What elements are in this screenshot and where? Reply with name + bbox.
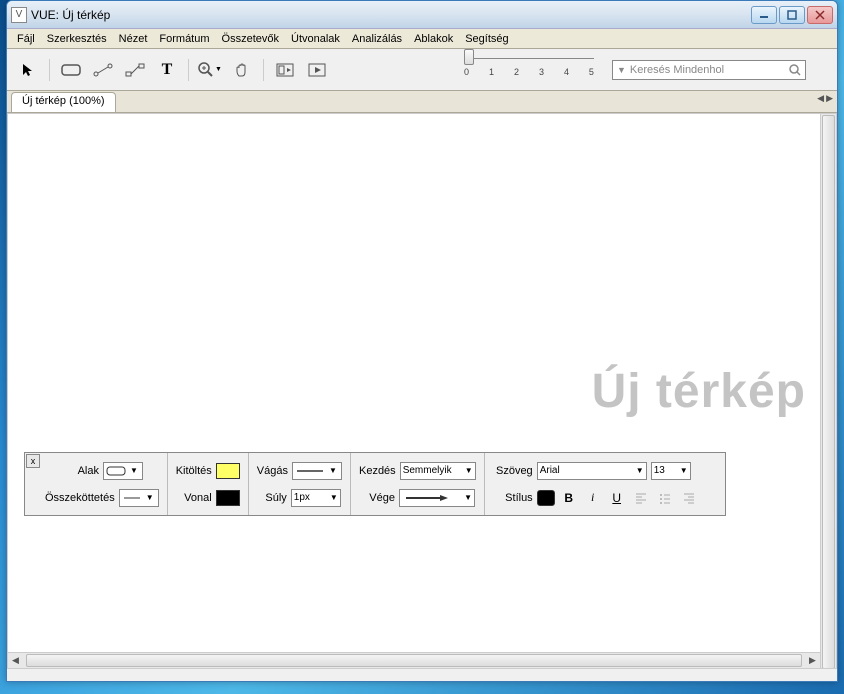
node-tool[interactable] xyxy=(56,57,86,83)
menu-file[interactable]: Fájl xyxy=(11,31,41,47)
fill-label: Kitöltés xyxy=(176,465,212,477)
horizontal-scrollbar[interactable]: ◀ ▶ xyxy=(8,652,820,668)
style-label: Stílus xyxy=(493,492,533,504)
textcolor-swatch[interactable] xyxy=(537,490,555,506)
menubar: Fájl Szerkesztés Nézet Formátum Összetev… xyxy=(7,29,837,49)
start-label: Kezdés xyxy=(359,465,396,477)
link-dropdown[interactable]: ▼ xyxy=(119,489,159,507)
shape-label: Alak xyxy=(45,465,99,477)
fontsize-dropdown[interactable]: 13▼ xyxy=(651,462,691,480)
cut-dropdown[interactable]: ▼ xyxy=(292,462,342,480)
toolbar: T ▼ 012345 ▼ Keresés Mindenhol xyxy=(7,49,837,91)
format-panel: x Alak ▼ Összeköttetés ▼ Kitöltés Vonal xyxy=(24,452,726,516)
list-button[interactable] xyxy=(655,489,675,507)
weight-label: Súly xyxy=(257,492,287,504)
scrollbar-thumb[interactable] xyxy=(822,115,835,669)
menu-windows[interactable]: Ablakok xyxy=(408,31,459,47)
search-icon[interactable] xyxy=(789,64,801,76)
italic-button[interactable]: i xyxy=(583,489,603,507)
canvas-watermark: Új térkép xyxy=(592,364,806,419)
end-dropdown[interactable]: ▼ xyxy=(399,489,475,507)
menu-routes[interactable]: Útvonalak xyxy=(285,31,346,47)
play-tool[interactable] xyxy=(302,57,332,83)
slider-thumb[interactable] xyxy=(464,49,474,65)
weight-dropdown[interactable]: 1px▼ xyxy=(291,489,341,507)
bold-button[interactable]: B xyxy=(559,489,579,507)
minimize-button[interactable] xyxy=(751,6,777,24)
align-left-button[interactable] xyxy=(631,489,651,507)
shape-dropdown[interactable]: ▼ xyxy=(103,462,143,480)
text-label: Szöveg xyxy=(493,465,533,477)
scrollbar-thumb[interactable] xyxy=(26,654,802,667)
hand-tool[interactable] xyxy=(227,57,257,83)
app-icon: V xyxy=(11,7,27,23)
separator xyxy=(188,59,189,81)
titlebar[interactable]: V VUE: Új térkép xyxy=(7,1,837,29)
fill-swatch[interactable] xyxy=(216,463,240,479)
window-title: VUE: Új térkép xyxy=(31,8,751,22)
canvas[interactable]: Új térkép x Alak ▼ Összeköttetés ▼ Kitöl… xyxy=(7,113,837,669)
app-window: V VUE: Új térkép Fájl Szerkesztés Nézet … xyxy=(6,0,838,682)
menu-edit[interactable]: Szerkesztés xyxy=(41,31,113,47)
maximize-button[interactable] xyxy=(779,6,805,24)
zoom-tool[interactable]: ▼ xyxy=(195,57,225,83)
menu-help[interactable]: Segítség xyxy=(459,31,514,47)
cut-label: Vágás xyxy=(257,465,288,477)
search-input[interactable]: ▼ Keresés Mindenhol xyxy=(612,60,806,80)
slider-ticks: 012345 xyxy=(464,67,594,77)
menu-components[interactable]: Összetevők xyxy=(216,31,285,47)
tabbar: Új térkép (100%) ◀ ▶ xyxy=(7,91,837,113)
zoom-slider[interactable]: 012345 xyxy=(464,62,594,77)
presentation-tool[interactable] xyxy=(270,57,300,83)
align-right-button[interactable] xyxy=(679,489,699,507)
text-tool[interactable]: T xyxy=(152,57,182,83)
prune-tool[interactable] xyxy=(120,57,150,83)
menu-format[interactable]: Formátum xyxy=(153,31,215,47)
link-label: Összeköttetés xyxy=(45,492,115,504)
start-dropdown[interactable]: Semmelyik▼ xyxy=(400,462,476,480)
underline-button[interactable]: U xyxy=(607,489,627,507)
menu-view[interactable]: Nézet xyxy=(113,31,154,47)
panel-close-button[interactable]: x xyxy=(26,454,40,468)
tab-scroll-left-icon[interactable]: ◀ xyxy=(817,93,824,104)
separator xyxy=(49,59,50,81)
search-dropdown-icon[interactable]: ▼ xyxy=(617,65,626,75)
end-label: Vége xyxy=(359,492,395,504)
font-dropdown[interactable]: Arial▼ xyxy=(537,462,647,480)
line-swatch[interactable] xyxy=(216,490,240,506)
pointer-tool[interactable] xyxy=(13,57,43,83)
document-tab[interactable]: Új térkép (100%) xyxy=(11,92,116,112)
link-tool[interactable] xyxy=(88,57,118,83)
vertical-scrollbar[interactable] xyxy=(820,114,836,668)
scroll-right-icon[interactable]: ▶ xyxy=(805,653,820,668)
line-label: Vonal xyxy=(176,492,212,504)
tab-scroll-right-icon[interactable]: ▶ xyxy=(826,93,833,104)
menu-analyze[interactable]: Analizálás xyxy=(346,31,408,47)
separator xyxy=(263,59,264,81)
close-button[interactable] xyxy=(807,6,833,24)
scroll-left-icon[interactable]: ◀ xyxy=(8,653,23,668)
search-placeholder: Keresés Mindenhol xyxy=(630,64,724,76)
